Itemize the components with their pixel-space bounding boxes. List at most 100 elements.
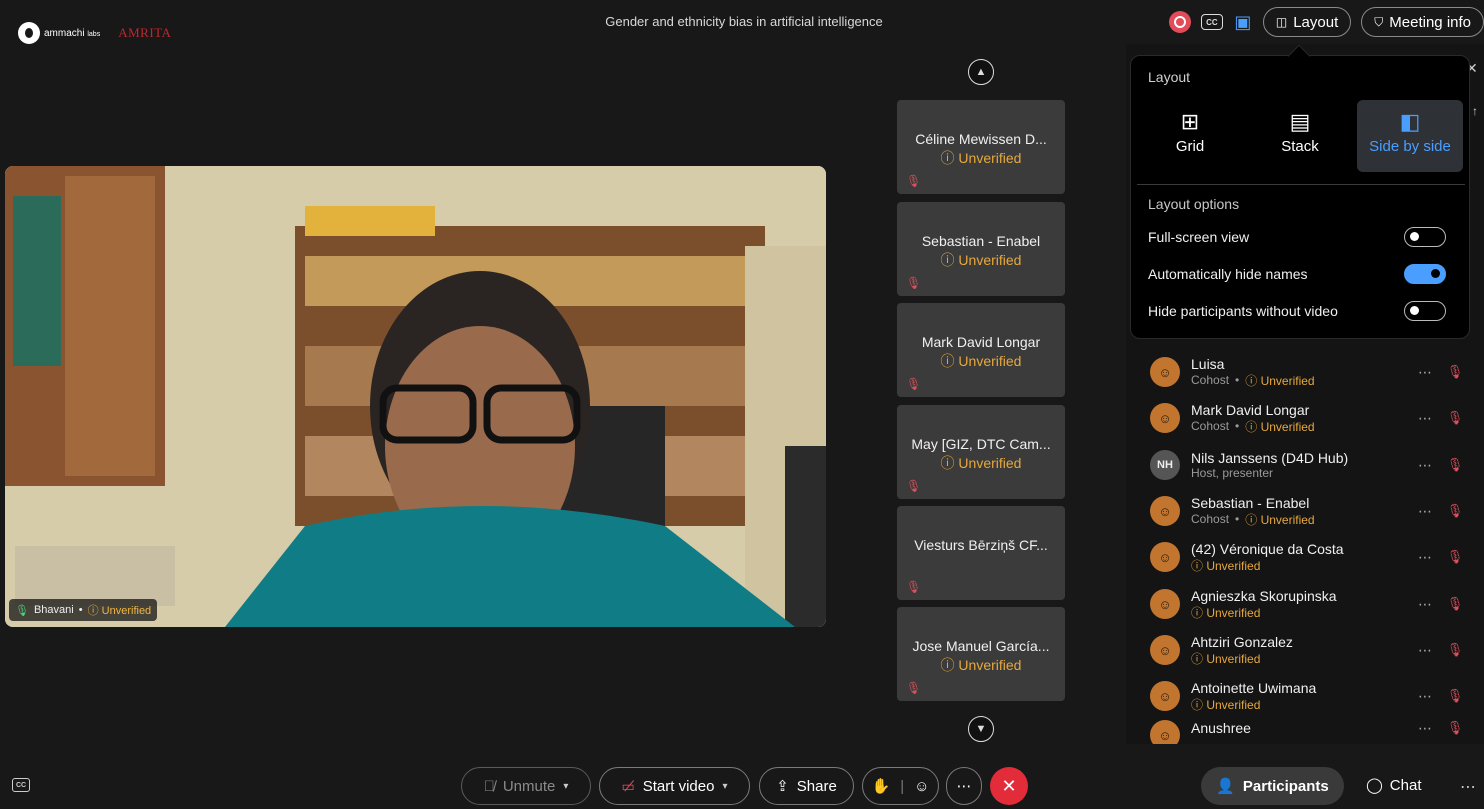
participant-tile[interactable]: May [GIZ, DTC Cam... ⓘ Unverified 🎙 [897, 405, 1065, 499]
participant-row[interactable]: ☺ Antoinette Uwimana ⓘ Unverified ⋯ 🎙 [1150, 674, 1470, 718]
more-icon[interactable]: ⋯ [1410, 364, 1440, 381]
emoji-icon[interactable]: ☺ [914, 778, 929, 795]
layout-button[interactable]: ◫ Layout [1262, 7, 1352, 37]
chat-button[interactable]: ◯ Chat [1366, 776, 1422, 795]
participant-tile[interactable]: Céline Mewissen D... ⓘ Unverified 🎙 [897, 100, 1065, 194]
participant-row[interactable]: ☺ Luisa Cohost • ⓘ Unverified ⋯ 🎙 [1150, 350, 1470, 394]
more-icon[interactable]: ⋯ [1410, 720, 1440, 737]
avatar: ☺ [1150, 542, 1180, 572]
full-screen-toggle[interactable] [1404, 227, 1446, 247]
mic-muted-icon[interactable]: 🎙 [1440, 410, 1470, 426]
tile-name: Viesturs Bērziņš CF... [914, 537, 1048, 553]
hide-no-video-toggle[interactable] [1404, 301, 1446, 321]
mic-muted-icon: 🎙 [906, 681, 922, 695]
meeting-info-button[interactable]: ⛉ Meeting info [1361, 7, 1484, 37]
avatar: ☺ [1150, 496, 1180, 526]
participants-button[interactable]: 👤 Participants [1201, 767, 1344, 805]
more-icon[interactable]: ⋯ [1460, 777, 1476, 797]
brand-suffix: labs [87, 30, 101, 38]
chevron-down-icon[interactable]: ▾ [722, 781, 727, 792]
main-video[interactable]: 🎙 Bhavani • ⓘ Unverified [5, 166, 826, 627]
participants-icon: 👤 [1216, 778, 1235, 795]
avatar: ☺ [1150, 681, 1180, 711]
closed-captions-icon[interactable]: CC [1200, 14, 1223, 30]
participant-role: Cohost [1191, 373, 1230, 387]
add-app-icon[interactable]: ▣ [1233, 13, 1253, 31]
mic-muted-icon[interactable]: 🎙 [1440, 642, 1470, 658]
mic-muted-icon[interactable]: 🎙 [1440, 720, 1470, 736]
participant-name: Luisa [1191, 355, 1225, 372]
mic-muted-icon: 🎙 [906, 377, 922, 391]
participant-role: Host, presenter [1191, 466, 1274, 480]
recording-icon[interactable] [1168, 11, 1191, 33]
mic-muted-icon[interactable]: 🎙 [1440, 503, 1470, 519]
mic-muted-icon[interactable]: 🎙 [1440, 457, 1470, 473]
more-icon[interactable]: ⋯ [1410, 688, 1440, 705]
mic-muted-icon[interactable]: 🎙 [1440, 364, 1470, 380]
meeting-info-label: Meeting info [1389, 13, 1471, 31]
reactions-group: ✋ | ☺ [862, 767, 939, 805]
participant-row[interactable]: ☺ Mark David Longar Cohost • ⓘ Unverified ⋯ 🎙 [1150, 396, 1470, 440]
unmute-button[interactable]: 🎙̸ Unmute ▾ [461, 767, 591, 805]
layout-option-stack[interactable]: ▤ Stack [1247, 100, 1353, 172]
chevron-down-icon[interactable]: ▾ [563, 781, 568, 792]
mic-muted-icon[interactable]: 🎙 [1440, 549, 1470, 565]
strip-scroll-up-button[interactable]: ▲ [968, 59, 994, 85]
chat-label: Chat [1389, 776, 1422, 794]
participant-row[interactable]: ☺ Sebastian - Enabel Cohost • ⓘ Unverified ⋯ 🎙 [1150, 489, 1470, 533]
tile-status: ⓘ Unverified [940, 455, 1022, 471]
layout-option-side-by-side[interactable]: ◧ Side by side [1357, 100, 1463, 172]
participant-status: ⓘ Unverified [1191, 558, 1261, 573]
share-button[interactable]: ⇪ Share [759, 767, 854, 805]
chevron-up-icon: ▲ [975, 66, 987, 78]
more-icon[interactable]: ⋯ [1410, 457, 1440, 474]
sort-icon[interactable]: ↑ [1472, 104, 1478, 118]
tile-name: Mark David Longar [921, 334, 1041, 350]
more-icon[interactable]: ⋯ [1410, 549, 1440, 566]
more-icon: ⋯ [956, 778, 972, 795]
video-off-icon: ▭̸ [621, 777, 635, 794]
participant-row[interactable]: ☺ Agnieszka Skorupinska ⓘ Unverified ⋯ 🎙 [1150, 582, 1470, 626]
more-icon[interactable]: ⋯ [1410, 596, 1440, 613]
layout-option-label: Stack [1281, 138, 1319, 155]
participant-tile[interactable]: Jose Manuel García... ⓘ Unverified 🎙 [897, 607, 1065, 701]
share-icon: ⇪ [776, 778, 789, 795]
chat-icon: ◯ [1366, 777, 1383, 794]
more-icon[interactable]: ⋯ [1410, 642, 1440, 659]
chevron-down-icon: ▼ [975, 723, 987, 735]
hide-names-toggle[interactable] [1404, 264, 1446, 284]
strip-scroll-down-button[interactable]: ▼ [968, 716, 994, 742]
end-call-button[interactable]: ✕ [990, 767, 1028, 805]
mic-muted-icon[interactable]: 🎙 [1440, 688, 1470, 704]
captions-icon[interactable]: CC [12, 778, 30, 792]
user-icon: ☺ [1158, 688, 1172, 704]
raise-hand-icon[interactable]: ✋ [872, 777, 891, 795]
participant-row[interactable]: ☺ (42) Véronique da Costa ⓘ Unverified ⋯ 🎙 [1150, 535, 1470, 579]
participant-row[interactable]: ☺ Anushree ⋯ 🎙 [1150, 720, 1470, 744]
main-video-name-chip: 🎙 Bhavani • ⓘ Unverified [9, 599, 158, 621]
start-video-button[interactable]: ▭̸ Start video ▾ [599, 767, 750, 805]
participant-row[interactable]: ☺ Ahtziri Gonzalez ⓘ Unverified ⋯ 🎙 [1150, 628, 1470, 672]
more-icon[interactable]: ⋯ [1410, 503, 1440, 520]
avatar: ☺ [1150, 589, 1180, 619]
participant-tile[interactable]: Sebastian - Enabel ⓘ Unverified 🎙 [897, 202, 1065, 296]
participant-tile[interactable]: Mark David Longar ⓘ Unverified 🎙 [897, 303, 1065, 397]
participant-status: ⓘ Unverified [1245, 419, 1315, 434]
unmute-label: Unmute [502, 777, 556, 795]
mic-muted-icon: 🎙 [906, 479, 922, 493]
mic-muted-icon: 🎙 [906, 580, 922, 594]
participant-role: Cohost [1191, 512, 1230, 526]
participant-tile[interactable]: Viesturs Bērziņš CF... 🎙 [897, 506, 1065, 600]
participant-row[interactable]: NH Nils Janssens (D4D Hub) Host, presenter… [1150, 443, 1470, 487]
participant-status: ⓘ Unverified [1191, 651, 1261, 666]
more-icon[interactable]: ⋯ [1410, 410, 1440, 427]
more-options-button[interactable]: ⋯ [946, 767, 982, 805]
main-video-status: ⓘ Unverified [87, 605, 152, 617]
avatar: ☺ [1150, 635, 1180, 665]
tile-name: Céline Mewissen D... [915, 131, 1047, 147]
user-icon: ☺ [1158, 364, 1172, 380]
layout-option-grid[interactable]: ⊞ Grid [1137, 100, 1243, 172]
avatar: ☺ [1150, 357, 1180, 387]
mic-muted-icon[interactable]: 🎙 [1440, 596, 1470, 612]
layout-options-title: Layout options [1148, 196, 1240, 212]
